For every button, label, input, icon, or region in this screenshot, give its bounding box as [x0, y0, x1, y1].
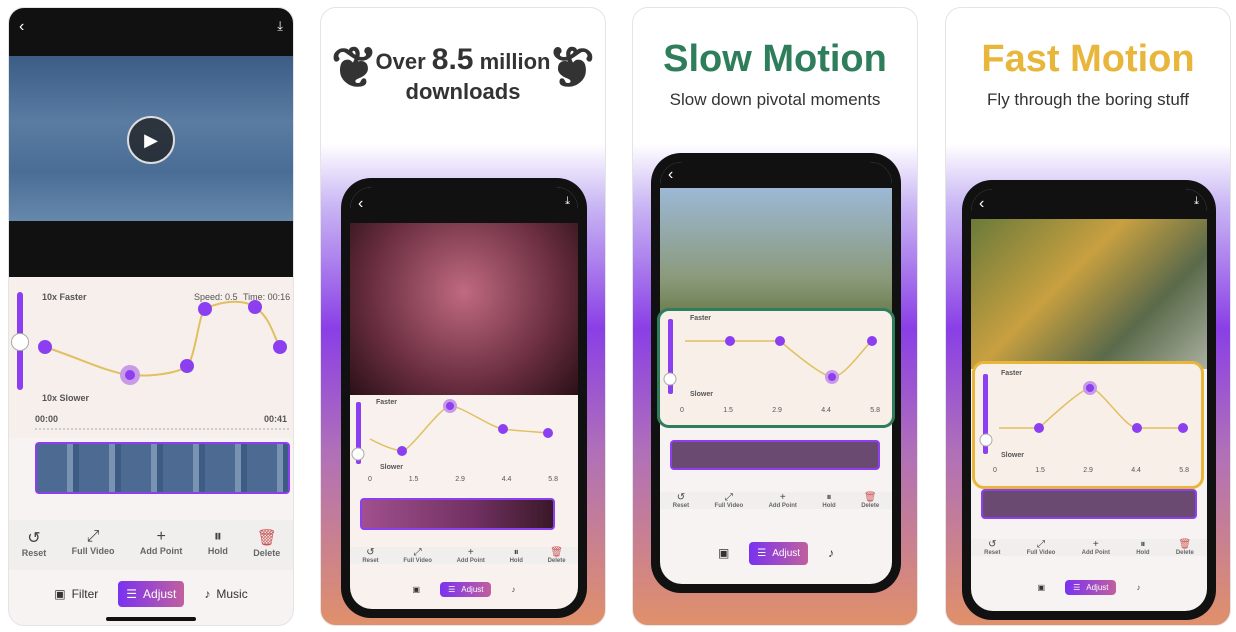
trash-icon: 🗑	[256, 530, 277, 547]
adjust-icon: ☰	[126, 587, 138, 601]
home-indicator	[106, 617, 196, 621]
speed-graph[interactable]: 10x Faster 10x Slower Speed: 0.5 Time: 0…	[9, 278, 293, 438]
full-video-button[interactable]: ⤢ Full Video	[715, 492, 744, 509]
toolbar: ↺ Reset ⤢ Full Video + Add Point ⏸ Hold 🗑 Del…	[350, 547, 578, 564]
speed-curve[interactable]	[350, 392, 578, 472]
full-video-button[interactable]: ⤢ Full Video	[72, 528, 115, 570]
speed-curve[interactable]	[660, 311, 892, 406]
back-icon[interactable]: ‹	[19, 18, 24, 36]
download-icon[interactable]: ⤓	[565, 195, 570, 208]
music-tab[interactable]: ♪	[1128, 577, 1148, 598]
reset-button[interactable]: ↺ Reset	[673, 492, 689, 509]
start-time: 00:00	[35, 414, 59, 424]
fast-motion-title: Fast Motion	[981, 38, 1195, 80]
reset-button[interactable]: ↺ Reset	[984, 539, 1000, 556]
video-letterbox	[9, 221, 293, 277]
delete-button[interactable]: 🗑 Delete	[548, 547, 566, 564]
add-point-button[interactable]: + Add Point	[769, 492, 797, 509]
bottom-nav: ▣ ☰ Adjust ♪	[660, 540, 892, 566]
reset-button[interactable]: ↺ Reset	[22, 528, 47, 570]
add-point-button[interactable]: + Add Point	[140, 528, 183, 570]
adjust-tab[interactable]: ☰ Adjust	[440, 582, 492, 597]
adjust-tab[interactable]: ☰ Adjust	[118, 581, 185, 607]
filter-tab[interactable]: ▣	[1030, 577, 1054, 598]
toolbar: ↺ Reset ⤢ Full Video + Add Point ⏸ Hold 🗑 Del…	[971, 539, 1207, 556]
delete-button[interactable]: 🗑 Delete	[253, 528, 280, 570]
download-icon[interactable]: ⤓	[277, 18, 283, 34]
video-preview	[350, 223, 578, 395]
toolbar: ↺ Reset ⤢ Full Video + Add Point ⏸ Hold 🗑 Del…	[9, 520, 293, 570]
music-tab[interactable]: ♪ Music	[196, 581, 255, 607]
music-icon: ♪	[204, 587, 211, 601]
hold-button[interactable]: ⏸ Hold	[1136, 539, 1149, 556]
reset-icon: ↺	[27, 530, 41, 547]
downloads-headline: ❦ ❦ Over 8.5 million downloads	[331, 36, 595, 104]
music-tab[interactable]: ♪	[503, 579, 523, 600]
add-point-button[interactable]: + Add Point	[1082, 539, 1110, 556]
end-time: 00:41	[263, 414, 287, 424]
filmstrip[interactable]	[35, 442, 290, 494]
filmstrip[interactable]	[360, 498, 555, 530]
video-preview: ▶	[9, 56, 293, 221]
delete-button[interactable]: 🗑 Delete	[861, 492, 879, 509]
screenshot-slow-motion: Slow Motion Slow down pivotal moments ‹ …	[632, 7, 918, 626]
filter-icon: ▣	[54, 587, 66, 601]
screenshot-fast-motion: Fast Motion Fly through the boring stuff…	[945, 7, 1231, 626]
toolbar: ↺ Reset ⤢ Full Video + Add Point ⏸ Hold 🗑 Del…	[660, 492, 892, 509]
filter-tab[interactable]: ▣	[710, 540, 737, 566]
reset-button[interactable]: ↺ Reset	[362, 547, 378, 564]
bottom-nav: ▣ ☰ Adjust ♪	[971, 577, 1207, 598]
bottom-nav: ▣ ☰ Adjust ♪	[350, 579, 578, 600]
full-video-button[interactable]: ⤢ Full Video	[1027, 539, 1056, 556]
slow-motion-subtitle: Slow down pivotal moments	[669, 90, 881, 109]
video-preview	[971, 219, 1207, 369]
x-ticks: 0 1.5 2.9 4.4 5.8	[680, 407, 880, 414]
pause-icon: ⏸	[213, 528, 222, 545]
speed-curve[interactable]	[975, 364, 1201, 464]
x-ticks: 0 1.5 2.9 4.4 5.8	[993, 467, 1189, 474]
add-point-button[interactable]: + Add Point	[457, 547, 485, 564]
screenshot-editor: ‹ ⤓ ▶ 10x Faster 10x Slower Speed: 0.5 T…	[8, 7, 294, 626]
bottom-nav: ▣ Filter ☰ Adjust ♪ Music	[9, 581, 293, 607]
speed-graph-card[interactable]: Faster Slower 0 1.5 2.9 4.4 5.8	[972, 361, 1204, 489]
adjust-tab[interactable]: ☰ Adjust	[1065, 580, 1117, 595]
slow-motion-title: Slow Motion	[663, 38, 887, 80]
phone-mockup: ‹ ⤓ Faster Slower 0 1.5 2.9 4.4 5.8 ↺ Reset ⤢ F…	[341, 178, 587, 618]
filter-tab[interactable]: ▣	[405, 579, 429, 600]
top-bar: ‹ ⤓	[350, 187, 578, 223]
adjust-tab[interactable]: ☰ Adjust	[749, 541, 809, 565]
hold-button[interactable]: ⏸ Hold	[208, 528, 228, 570]
full-video-button[interactable]: ⤢ Full Video	[403, 547, 432, 564]
top-bar: ‹ ⤓	[9, 8, 293, 56]
speed-curve[interactable]	[9, 278, 294, 408]
hold-button[interactable]: ⏸ Hold	[510, 547, 523, 564]
screenshot-downloads: ❦ ❦ Over 8.5 million downloads ‹ ⤓ Faster…	[320, 7, 606, 626]
laurel-right-icon: ❦	[548, 36, 595, 99]
filmstrip[interactable]	[981, 489, 1197, 519]
video-preview	[660, 188, 892, 318]
music-tab[interactable]: ♪	[820, 540, 842, 566]
timeline-ticks	[35, 428, 289, 430]
play-button[interactable]: ▶	[127, 116, 175, 164]
filmstrip[interactable]	[670, 440, 880, 470]
filter-tab[interactable]: ▣ Filter	[46, 581, 106, 607]
x-ticks: 0 1.5 2.9 4.4 5.8	[368, 476, 558, 483]
plus-icon: +	[156, 528, 166, 545]
expand-icon: ⤢	[86, 528, 100, 545]
laurel-left-icon: ❦	[331, 36, 378, 99]
delete-button[interactable]: 🗑 Delete	[1176, 539, 1194, 556]
fast-motion-subtitle: Fly through the boring stuff	[987, 90, 1189, 109]
speed-graph-card[interactable]: Faster Slower 0 1.5 2.9 4.4 5.8	[657, 308, 895, 428]
hold-button[interactable]: ⏸ Hold	[822, 492, 835, 509]
